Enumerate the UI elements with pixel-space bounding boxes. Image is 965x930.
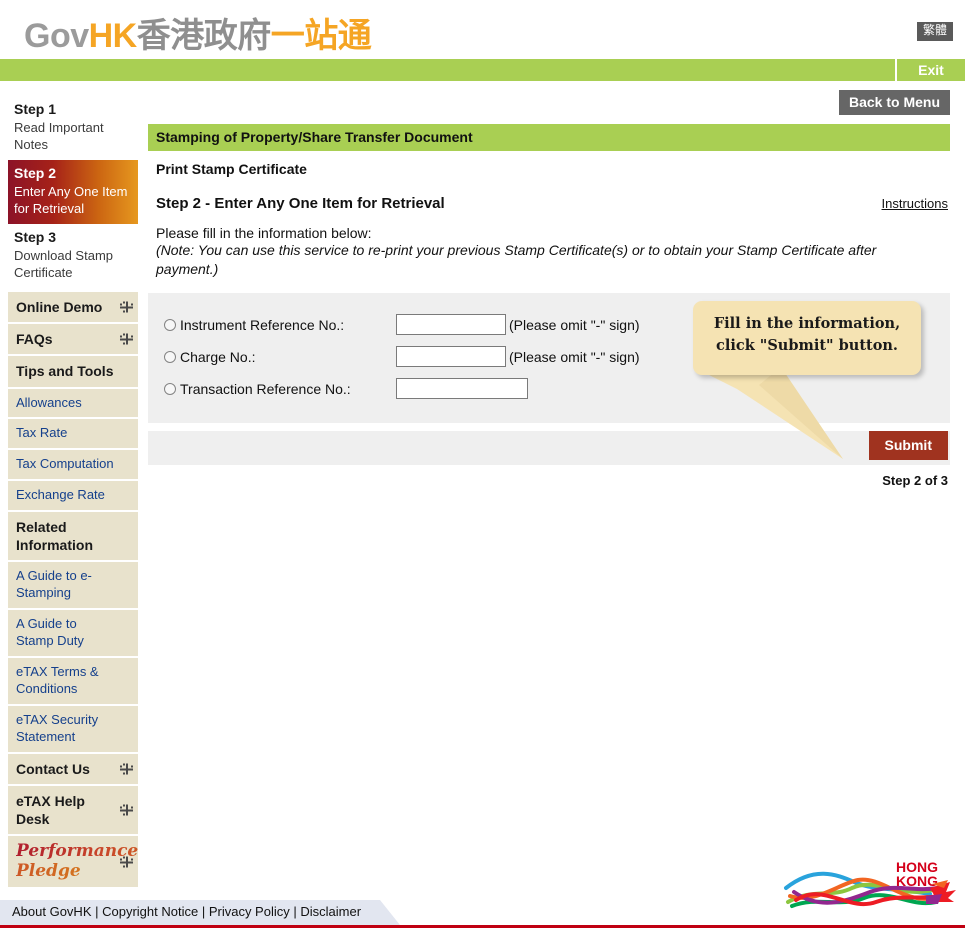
sidebar-item-allowances[interactable]: Allowances — [8, 388, 138, 420]
sidebar-item-a-guide-to-e-stamping[interactable]: A Guide to e-Stamping — [8, 562, 138, 611]
radio-label: Charge No.: — [180, 348, 256, 365]
sidebar-item-contact-us[interactable]: Contact Us — [8, 753, 138, 786]
logo-gov-text: Gov — [24, 17, 89, 55]
sidebar: Step 1 Read Important Notes Step 2 Enter An… — [8, 96, 138, 890]
sidebar-item-a-guide-to-stamp-duty[interactable]: A Guide to Stamp Duty — [8, 610, 138, 659]
footer-link-privacy-policy[interactable]: Privacy Policy — [209, 904, 290, 919]
sidebar-item-label: Contact Us — [16, 760, 90, 777]
language-toggle-button[interactable]: 繁體 — [916, 22, 953, 41]
sidebar-item-label: eTAX Help Desk — [16, 792, 85, 827]
text-input-2[interactable] — [396, 346, 506, 368]
exit-button[interactable]: Exit — [897, 59, 965, 81]
note-text: (Note: You can use this service to re-pr… — [156, 242, 877, 277]
sidebar-item-tax-computation[interactable]: Tax Computation — [8, 450, 138, 482]
footer-link-copyright-notice[interactable]: Copyright Notice — [102, 904, 198, 919]
step-heading: Step 2 - Enter Any One Item for Retrieva… — [156, 195, 445, 212]
sidebar-item-label: Exchange Rate — [16, 487, 105, 503]
sidebar-item-label: A Guide to e-Stamping — [16, 568, 92, 601]
govhk-logo[interactable]: GovHK香港政府一站通 — [24, 8, 372, 57]
input-hint: (Please omit "-" sign) — [509, 316, 640, 333]
logo-chinese-gray: 香港政府 — [136, 17, 272, 55]
sidebar-item-label: Allowances — [16, 394, 82, 410]
page-title-bar: Stamping of Property/Share Transfer Docu… — [148, 124, 950, 151]
back-to-menu-button[interactable]: Back to Menu — [838, 90, 950, 115]
sidebar-item-exchange-rate[interactable]: Exchange Rate — [8, 481, 138, 513]
sidebar-item-label: Online Demo — [16, 298, 103, 315]
top-green-bar: Exit — [0, 59, 965, 81]
callout-line-1: Fill in the information, — [713, 314, 901, 332]
step-number: Step 3 — [14, 228, 57, 245]
input-hint: (Please omit "-" sign) — [509, 348, 640, 365]
hint-callout-bubble: Fill in the information, click "Submit" … — [693, 300, 921, 375]
sidebar-item-label: Tax Computation — [16, 456, 114, 472]
step-number: Step 1 — [14, 101, 57, 117]
callout-tail-pointer — [693, 366, 843, 459]
callout-text: Fill in the information, click "Submit" … — [693, 301, 921, 358]
expand-plus-icon[interactable] — [120, 855, 133, 868]
logo-hk-text: HK — [88, 17, 138, 55]
text-input-1[interactable] — [396, 314, 506, 336]
sidebar-item-tax-rate[interactable]: Tax Rate — [8, 419, 138, 451]
footer-separator: | — [198, 904, 209, 919]
radio-option-1[interactable] — [164, 318, 176, 331]
sidebar-item-etax-terms-conditions[interactable]: eTAX Terms & Conditions — [8, 658, 138, 706]
sidebar-item-performance-pledge[interactable]: Performance Pledge — [8, 836, 138, 890]
radio-label: Transaction Reference No.: — [180, 380, 351, 397]
expand-plus-icon[interactable] — [120, 333, 133, 346]
footer-separator: | — [289, 904, 301, 919]
step-progress-list: Step 1 Read Important Notes Step 2 Enter An… — [8, 96, 138, 288]
main-content: Back to Menu Stamping of Property/Share … — [148, 90, 950, 488]
footer-link-about-govhk[interactable]: About GovHK — [12, 904, 92, 919]
sidebar-item-faqs[interactable]: FAQs — [8, 324, 138, 357]
footer-link-disclaimer[interactable]: Disclaimer — [300, 904, 361, 919]
step-number: Step 2 — [14, 164, 57, 181]
sidebar-item-online-demo[interactable]: Online Demo — [8, 291, 138, 325]
expand-plus-icon[interactable] — [120, 762, 133, 775]
step-description: Download Stamp Certificate — [14, 247, 113, 281]
retrieval-form-panel: Instrument Reference No.: (Please omit "-… — [148, 292, 950, 459]
page-subtitle: Print Stamp Certificate — [156, 161, 307, 177]
radio-label: Instrument Reference No.: — [180, 316, 345, 333]
sidebar-item-label: Related Information — [16, 519, 93, 554]
sidebar-item-related-information[interactable]: Related Information — [8, 512, 138, 563]
logo-chinese-orange: 一站通 — [270, 17, 372, 55]
sidebar-item-label: FAQs — [16, 331, 53, 348]
back-row: Back to Menu — [148, 90, 950, 118]
text-input-3[interactable] — [396, 378, 528, 400]
footer-red-rule — [0, 925, 965, 928]
step-heading-row: Step 2 - Enter Any One Item for Retrieva… — [148, 195, 950, 215]
radio-option-3[interactable] — [164, 382, 176, 395]
sidebar-item-label: eTAX Security Statement — [16, 711, 99, 744]
step-description: Enter Any One Item for Retrieval — [14, 183, 128, 217]
site-header: GovHK香港政府一站通 繁體 — [0, 0, 965, 57]
sidebar-step-3[interactable]: Step 3 Download Stamp Certificate — [8, 224, 138, 288]
radio-option-2[interactable] — [164, 350, 176, 363]
sidebar-item-etax-security-statement[interactable]: eTAX Security Statement — [8, 705, 138, 754]
sidebar-item-label: Tips and Tools — [16, 363, 114, 380]
footer-separator: | — [91, 904, 103, 919]
sidebar-item-etax-help-desk[interactable]: eTAX Help Desk — [8, 785, 138, 837]
sidebar-item-label: Tax Rate — [16, 425, 68, 441]
fill-instruction-text: Please fill in the information below: — [156, 225, 372, 241]
page-root: GovHK香港政府一站通 繁體 Exit Step 1 Read Importan… — [0, 0, 965, 930]
callout-line-2: click "Submit" button. — [716, 337, 898, 355]
footer-links: About GovHK | Copyright Notice | Privacy… — [12, 904, 361, 919]
sidebar-step-1[interactable]: Step 1 Read Important Notes — [8, 96, 138, 160]
sidebar-nav-list: Online Demo FAQs Tips and Tools Allowances T… — [8, 291, 138, 890]
site-footer: About GovHK | Copyright Notice | Privacy… — [0, 900, 965, 930]
step-counter: Step 2 of 3 — [882, 472, 948, 488]
sidebar-item-tips-and-tools[interactable]: Tips and Tools — [8, 356, 138, 389]
sidebar-item-label: eTAX Terms & Conditions — [16, 664, 99, 696]
sidebar-step-2[interactable]: Step 2 Enter Any One Item for Retrieval — [8, 159, 138, 224]
expand-plus-icon[interactable] — [120, 803, 133, 816]
sidebar-item-label: A Guide to Stamp Duty — [16, 616, 84, 649]
step-description: Read Important Notes — [14, 119, 104, 153]
instructions-link[interactable]: Instructions — [882, 196, 948, 211]
expand-plus-icon[interactable] — [120, 301, 133, 314]
